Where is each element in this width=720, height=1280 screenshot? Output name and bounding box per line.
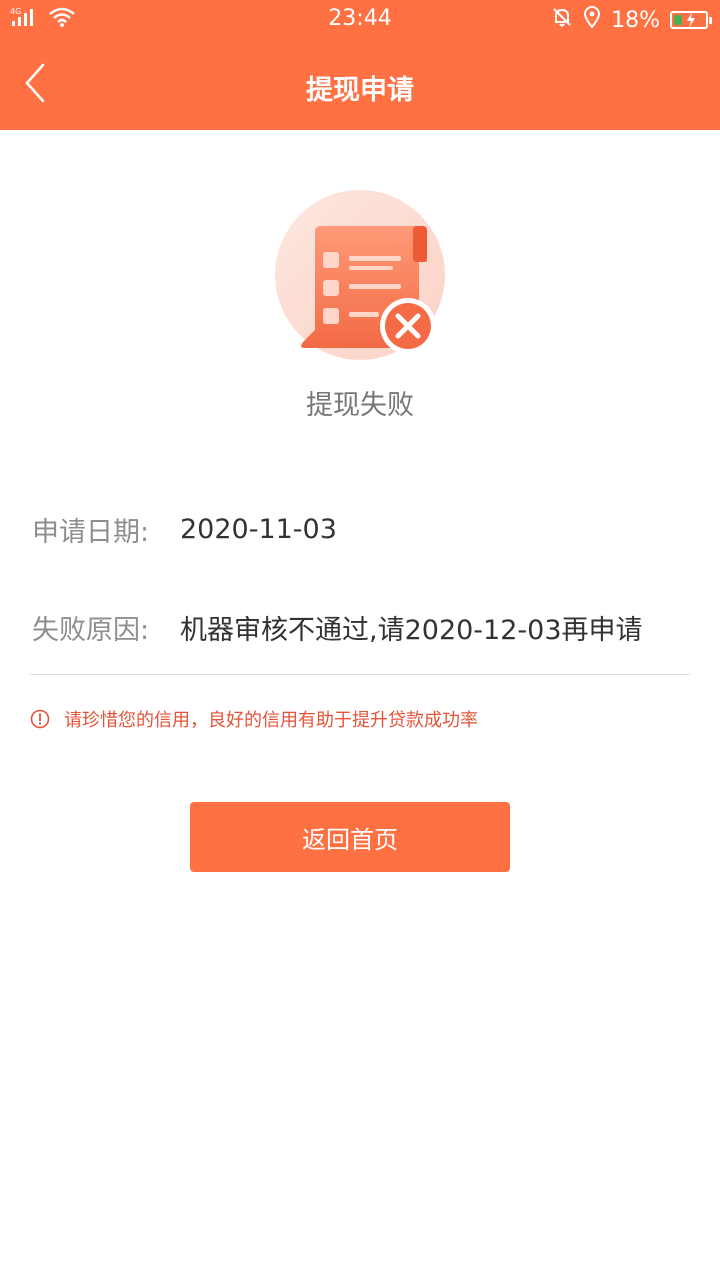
page-title: 提现申请 [306, 75, 414, 106]
detail-row-reason: 失败原因: 机器审核不通过,请2020-12-03再申请 [32, 608, 643, 647]
date-label: 申请日期: [32, 517, 150, 548]
return-home-button[interactable]: 返回首页 [190, 802, 510, 872]
nav-bar: 提现申请 [0, 40, 720, 130]
tip-text: 请珍惜您的信用，良好的信用有助于提升贷款成功率 [64, 710, 478, 731]
detail-row-date: 申请日期: 2020-11-03 [32, 510, 337, 549]
reason-value: 机器审核不通过,请2020-12-03再申请 [180, 615, 643, 646]
result-title: 提现失败 [306, 390, 414, 421]
battery-icon [670, 11, 712, 29]
location-icon [583, 6, 601, 34]
bell-muted-icon [551, 6, 573, 34]
alert-circle-icon [30, 709, 50, 729]
date-value: 2020-11-03 [180, 514, 337, 545]
status-right: 18% [551, 6, 712, 34]
header: 4G 23:44 18% 提现申请 [0, 0, 720, 130]
credit-tip: 请珍惜您的信用，良好的信用有助于提升贷款成功率 [30, 706, 478, 732]
divider [30, 674, 690, 675]
document-failed-icon [275, 190, 445, 360]
status-bar: 4G 23:44 18% [0, 0, 720, 40]
battery-percent: 18% [611, 7, 660, 33]
reason-label: 失败原因: [32, 615, 150, 646]
